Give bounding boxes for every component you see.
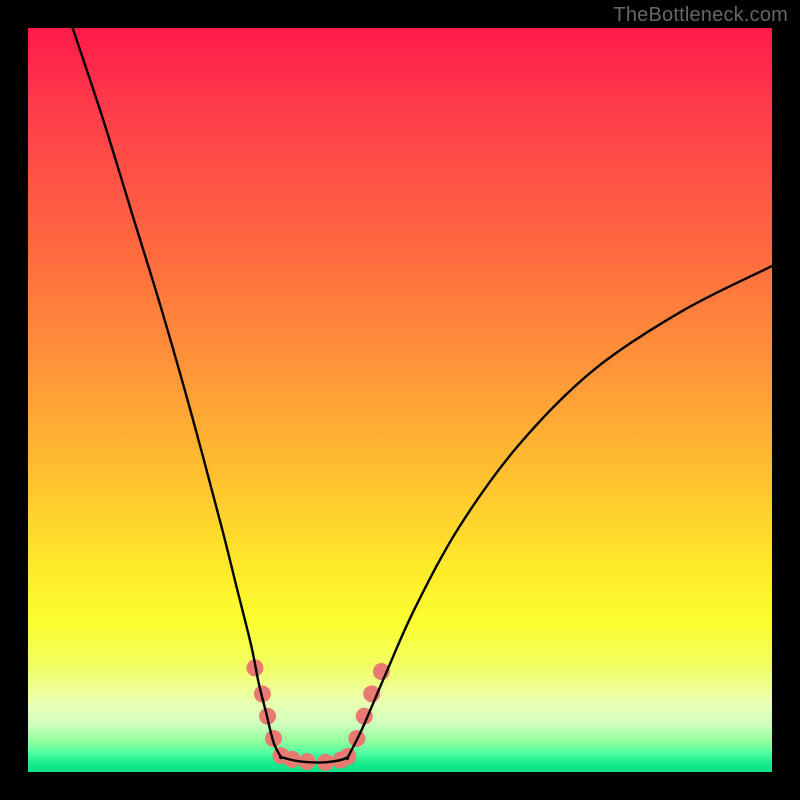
watermark-label: TheBottleneck.com [613, 4, 788, 27]
bottleneck-curve [73, 28, 772, 763]
curve-layer [28, 28, 772, 772]
plot-area [28, 28, 772, 772]
chart-frame: TheBottleneck.com [0, 0, 800, 800]
